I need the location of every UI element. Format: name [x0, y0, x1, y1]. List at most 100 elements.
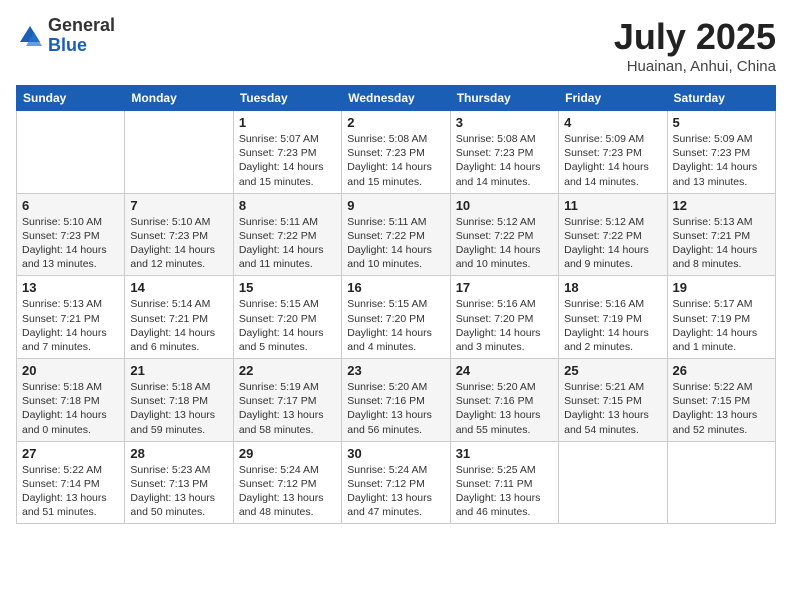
day-cell: 6 Sunrise: 5:10 AM Sunset: 7:23 PM Daylig… — [17, 193, 125, 276]
day-number: 24 — [456, 363, 553, 378]
day-cell: 4Sunrise: 5:09 AM Sunset: 7:23 PM Daylig… — [559, 111, 667, 194]
day-number: 15 — [239, 280, 336, 295]
day-info: Sunrise: 5:22 AM Sunset: 7:14 PM Dayligh… — [22, 463, 119, 520]
day-number: 8 — [239, 198, 336, 213]
day-number: 5 — [673, 115, 770, 130]
day-number: 27 — [22, 446, 119, 461]
day-cell: 23 Sunrise: 5:20 AM Sunset: 7:16 PM Dayli… — [342, 359, 450, 442]
day-number: 29 — [239, 446, 336, 461]
day-number: 21 — [130, 363, 227, 378]
week-row-2: 6 Sunrise: 5:10 AM Sunset: 7:23 PM Daylig… — [17, 193, 776, 276]
day-number: 7 — [130, 198, 227, 213]
day-info: Sunrise: 5:17 AM Sunset: 7:19 PM Dayligh… — [673, 297, 770, 354]
day-info: Sunrise: 5:13 AM Sunset: 7:21 PM Dayligh… — [22, 297, 119, 354]
day-cell: 22Sunrise: 5:19 AM Sunset: 7:17 PM Dayli… — [233, 359, 341, 442]
day-info: Sunrise: 5:19 AM Sunset: 7:17 PM Dayligh… — [239, 380, 336, 437]
day-cell: 2 Sunrise: 5:08 AM Sunset: 7:23 PM Daylig… — [342, 111, 450, 194]
day-info: Sunrise: 5:20 AM Sunset: 7:16 PM Dayligh… — [456, 380, 553, 437]
day-cell: 27 Sunrise: 5:22 AM Sunset: 7:14 PM Dayli… — [17, 441, 125, 524]
day-cell: 17Sunrise: 5:16 AM Sunset: 7:20 PM Dayli… — [450, 276, 558, 359]
day-info: Sunrise: 5:18 AM Sunset: 7:18 PM Dayligh… — [22, 380, 119, 437]
day-number: 13 — [22, 280, 119, 295]
col-header-tuesday: Tuesday — [233, 86, 341, 111]
day-cell: 15Sunrise: 5:15 AM Sunset: 7:20 PM Dayli… — [233, 276, 341, 359]
day-info: Sunrise: 5:09 AM Sunset: 7:23 PM Dayligh… — [673, 132, 770, 189]
day-cell: 16Sunrise: 5:15 AM Sunset: 7:20 PM Dayli… — [342, 276, 450, 359]
day-info: Sunrise: 5:08 AM Sunset: 7:23 PM Dayligh… — [456, 132, 553, 189]
week-row-1: 1 Sunrise: 5:07 AM Sunset: 7:23 PM Daylig… — [17, 111, 776, 194]
title-block: July 2025 Huainan, Anhui, China — [614, 16, 776, 75]
week-row-4: 20 Sunrise: 5:18 AM Sunset: 7:18 PM Dayli… — [17, 359, 776, 442]
day-info: Sunrise: 5:15 AM Sunset: 7:20 PM Dayligh… — [347, 297, 444, 354]
day-info: Sunrise: 5:10 AM Sunset: 7:23 PM Dayligh… — [130, 215, 227, 272]
logo-icon — [16, 22, 44, 50]
day-info: Sunrise: 5:18 AM Sunset: 7:18 PM Dayligh… — [130, 380, 227, 437]
day-number: 12 — [673, 198, 770, 213]
month-title: July 2025 — [614, 16, 776, 58]
day-cell: 26 Sunrise: 5:22 AM Sunset: 7:15 PM Dayli… — [667, 359, 775, 442]
logo-general: General — [48, 15, 115, 35]
day-cell: 10Sunrise: 5:12 AM Sunset: 7:22 PM Dayli… — [450, 193, 558, 276]
col-header-sunday: Sunday — [17, 86, 125, 111]
day-info: Sunrise: 5:08 AM Sunset: 7:23 PM Dayligh… — [347, 132, 444, 189]
logo-blue: Blue — [48, 35, 87, 55]
day-info: Sunrise: 5:14 AM Sunset: 7:21 PM Dayligh… — [130, 297, 227, 354]
day-number: 31 — [456, 446, 553, 461]
day-cell: 30 Sunrise: 5:24 AM Sunset: 7:12 PM Dayli… — [342, 441, 450, 524]
day-number: 30 — [347, 446, 444, 461]
day-info: Sunrise: 5:25 AM Sunset: 7:11 PM Dayligh… — [456, 463, 553, 520]
location: Huainan, Anhui, China — [614, 58, 776, 75]
logo-text: General Blue — [48, 16, 115, 56]
day-number: 6 — [22, 198, 119, 213]
day-cell: 29 Sunrise: 5:24 AM Sunset: 7:12 PM Dayli… — [233, 441, 341, 524]
day-cell: 21 Sunrise: 5:18 AM Sunset: 7:18 PM Dayli… — [125, 359, 233, 442]
col-header-saturday: Saturday — [667, 86, 775, 111]
day-number: 2 — [347, 115, 444, 130]
day-info: Sunrise: 5:11 AM Sunset: 7:22 PM Dayligh… — [239, 215, 336, 272]
day-cell: 31 Sunrise: 5:25 AM Sunset: 7:11 PM Dayli… — [450, 441, 558, 524]
day-info: Sunrise: 5:12 AM Sunset: 7:22 PM Dayligh… — [564, 215, 661, 272]
header-row: SundayMondayTuesdayWednesdayThursdayFrid… — [17, 86, 776, 111]
day-number: 20 — [22, 363, 119, 378]
day-info: Sunrise: 5:23 AM Sunset: 7:13 PM Dayligh… — [130, 463, 227, 520]
day-info: Sunrise: 5:07 AM Sunset: 7:23 PM Dayligh… — [239, 132, 336, 189]
day-info: Sunrise: 5:24 AM Sunset: 7:12 PM Dayligh… — [347, 463, 444, 520]
logo: General Blue — [16, 16, 115, 56]
col-header-friday: Friday — [559, 86, 667, 111]
day-number: 19 — [673, 280, 770, 295]
day-cell: 12 Sunrise: 5:13 AM Sunset: 7:21 PM Dayli… — [667, 193, 775, 276]
day-cell: 20 Sunrise: 5:18 AM Sunset: 7:18 PM Dayli… — [17, 359, 125, 442]
day-number: 3 — [456, 115, 553, 130]
col-header-wednesday: Wednesday — [342, 86, 450, 111]
calendar-table: SundayMondayTuesdayWednesdayThursdayFrid… — [16, 85, 776, 524]
day-number: 25 — [564, 363, 661, 378]
day-number: 9 — [347, 198, 444, 213]
day-cell: 14Sunrise: 5:14 AM Sunset: 7:21 PM Dayli… — [125, 276, 233, 359]
day-cell: 9 Sunrise: 5:11 AM Sunset: 7:22 PM Daylig… — [342, 193, 450, 276]
day-info: Sunrise: 5:16 AM Sunset: 7:20 PM Dayligh… — [456, 297, 553, 354]
day-cell — [17, 111, 125, 194]
day-info: Sunrise: 5:16 AM Sunset: 7:19 PM Dayligh… — [564, 297, 661, 354]
day-cell — [125, 111, 233, 194]
day-cell: 1 Sunrise: 5:07 AM Sunset: 7:23 PM Daylig… — [233, 111, 341, 194]
day-info: Sunrise: 5:20 AM Sunset: 7:16 PM Dayligh… — [347, 380, 444, 437]
day-number: 28 — [130, 446, 227, 461]
day-number: 23 — [347, 363, 444, 378]
day-cell: 28 Sunrise: 5:23 AM Sunset: 7:13 PM Dayli… — [125, 441, 233, 524]
day-info: Sunrise: 5:10 AM Sunset: 7:23 PM Dayligh… — [22, 215, 119, 272]
day-number: 1 — [239, 115, 336, 130]
week-row-5: 27 Sunrise: 5:22 AM Sunset: 7:14 PM Dayli… — [17, 441, 776, 524]
day-cell: 18 Sunrise: 5:16 AM Sunset: 7:19 PM Dayli… — [559, 276, 667, 359]
day-cell — [667, 441, 775, 524]
day-number: 10 — [456, 198, 553, 213]
day-cell: 5 Sunrise: 5:09 AM Sunset: 7:23 PM Daylig… — [667, 111, 775, 194]
day-info: Sunrise: 5:11 AM Sunset: 7:22 PM Dayligh… — [347, 215, 444, 272]
page-header: General Blue July 2025 Huainan, Anhui, C… — [16, 16, 776, 75]
day-info: Sunrise: 5:24 AM Sunset: 7:12 PM Dayligh… — [239, 463, 336, 520]
day-number: 11 — [564, 198, 661, 213]
day-number: 18 — [564, 280, 661, 295]
day-number: 26 — [673, 363, 770, 378]
day-info: Sunrise: 5:22 AM Sunset: 7:15 PM Dayligh… — [673, 380, 770, 437]
day-cell: 3 Sunrise: 5:08 AM Sunset: 7:23 PM Daylig… — [450, 111, 558, 194]
day-info: Sunrise: 5:13 AM Sunset: 7:21 PM Dayligh… — [673, 215, 770, 272]
